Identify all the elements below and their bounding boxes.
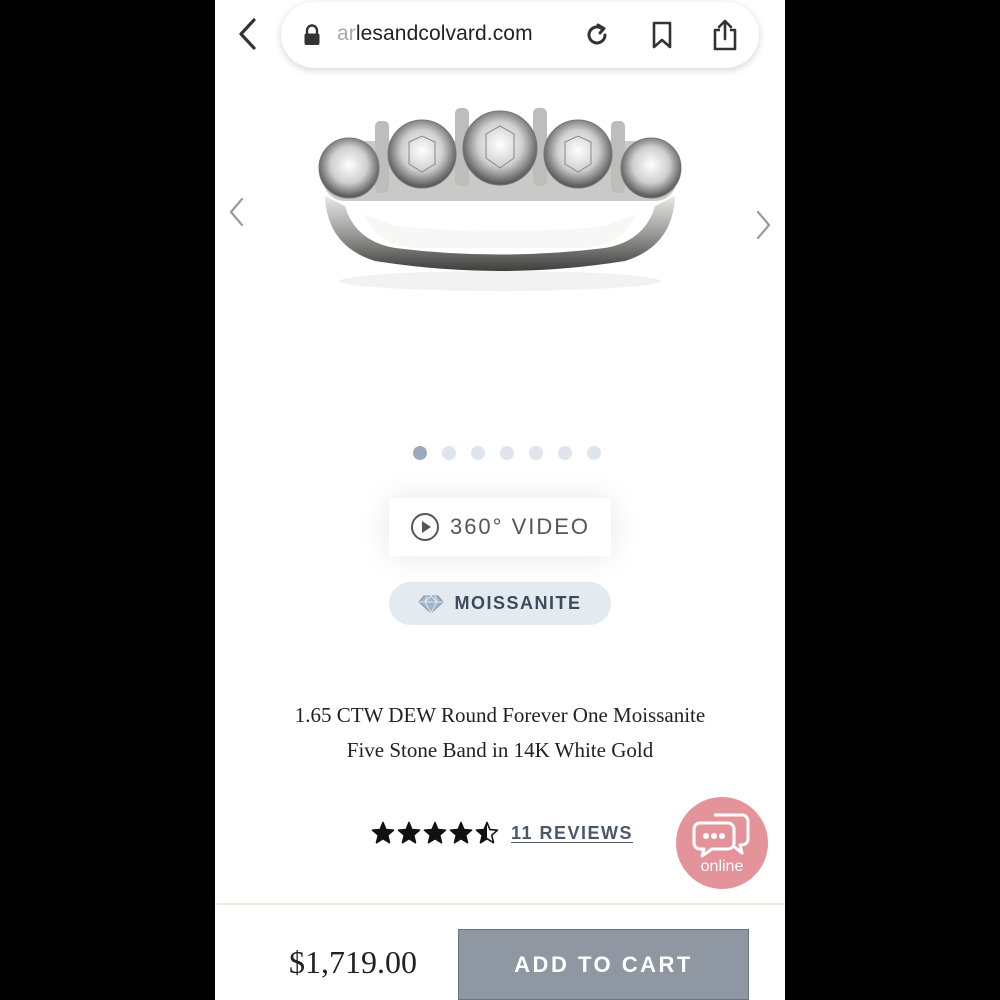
carousel-dot[interactable]: [500, 446, 514, 460]
lock-icon: [304, 24, 320, 45]
carousel-dot[interactable]: [529, 446, 543, 460]
carousel-dot[interactable]: [413, 446, 427, 460]
star-rating: [371, 821, 499, 845]
url-text[interactable]: arlesandcolvard.com: [337, 22, 533, 46]
product-price: $1,719.00: [289, 944, 417, 980]
bookmark-icon[interactable]: [650, 20, 674, 50]
360-video-button[interactable]: 360° VIDEO: [389, 498, 611, 556]
carousel-dot[interactable]: [471, 446, 485, 460]
reload-icon[interactable]: [583, 21, 611, 49]
carousel-dot[interactable]: [442, 446, 456, 460]
carousel-prev-icon[interactable]: [227, 195, 247, 229]
play-icon: [410, 513, 439, 541]
star-half-icon: [475, 821, 499, 844]
chat-label: online: [700, 858, 744, 875]
phone-screen: arlesandcolvard.com 360° VIDEO MOISSANIT…: [215, 0, 785, 1000]
url-faded-prefix: ar: [337, 22, 356, 45]
star-full-icon: [449, 821, 473, 844]
carousel-dot[interactable]: [587, 446, 601, 460]
add-to-cart-button[interactable]: ADD TO CART: [458, 929, 749, 1000]
star-full-icon: [423, 821, 447, 844]
add-to-cart-label: ADD TO CART: [514, 951, 693, 977]
address-bar[interactable]: arlesandcolvard.com: [281, 2, 759, 68]
carousel-pagination: [413, 446, 601, 462]
star-full-icon: [397, 821, 421, 844]
material-badge: MOISSANITE: [389, 582, 611, 625]
back-arrow-icon[interactable]: [233, 16, 263, 52]
reviews-link[interactable]: 11 REVIEWS: [511, 823, 633, 844]
badge-label: MOISSANITE: [454, 593, 582, 613]
diamond-icon: [418, 594, 445, 614]
product-image-ring[interactable]: [305, 96, 695, 296]
video-label: 360° VIDEO: [449, 514, 591, 539]
carousel-next-icon[interactable]: [753, 208, 773, 242]
product-title: 1.65 CTW DEW Round Forever One Moissanit…: [294, 703, 706, 762]
carousel-dot[interactable]: [558, 446, 572, 460]
chat-online-button[interactable]: online: [676, 797, 768, 889]
divider: [215, 903, 785, 905]
chat-icon: [692, 813, 750, 858]
rating-row: 11 REVIEWS: [371, 818, 633, 848]
share-icon[interactable]: [711, 18, 739, 52]
url-domain: lesandcolvard.com: [355, 22, 533, 45]
star-full-icon: [371, 821, 395, 844]
